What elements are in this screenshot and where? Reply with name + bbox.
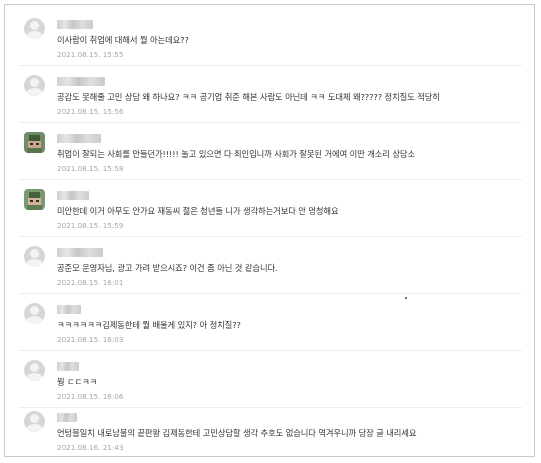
nickname-blurred[interactable]: [57, 77, 105, 86]
stray-dot: [405, 297, 407, 299]
comment-date: 2021.08.15. 16:06: [57, 392, 124, 401]
nickname-blurred[interactable]: [57, 191, 89, 200]
nickname-blurred[interactable]: [57, 305, 81, 314]
nickname-blurred[interactable]: [57, 248, 103, 257]
default-avatar-icon[interactable]: [24, 360, 45, 381]
comment-date: 2021.08.15. 15:55: [57, 50, 124, 59]
comment-item: 취업이 잘되는 사회를 만들던가!!!!! 놀고 있으면 다 죄인입니까 사회가…: [5, 123, 534, 180]
comment-date: 2021.08.15. 15:56: [57, 107, 124, 116]
comment-text: 공감도 못해줄 고민 상담 왜 하나요? ㅋㅋ 공기업 취준 해본 사람도 아닌…: [57, 92, 440, 102]
comment-text: ㅋㅋㅋㅋㅋㅋ김제동한테 뭘 배울게 있지? 아 정치질??: [57, 320, 241, 330]
comment-date: 2021.08.15. 16:01: [57, 278, 124, 287]
comment-text: 공준모 운영자님, 광고 가려 받으시죠? 이건 좀 아닌 것 같습니다.: [57, 263, 278, 273]
comment-item: ㅋㅋㅋㅋㅋㅋ김제동한테 뭘 배울게 있지? 아 정치질?? 2021.08.15…: [5, 294, 534, 351]
comment-date: 2021.08.15. 15:59: [57, 221, 124, 230]
comment-date: 2021.08.16. 21:43: [57, 443, 124, 452]
default-avatar-icon[interactable]: [24, 411, 45, 432]
nickname-blurred[interactable]: [57, 413, 77, 422]
pixel-avatar-icon[interactable]: [24, 132, 45, 153]
default-avatar-icon[interactable]: [24, 75, 45, 96]
nickname-blurred[interactable]: [57, 362, 79, 371]
comment-text: 뭥 ㄷㄷㅋㅋ: [57, 377, 98, 387]
comment-list: 이사람이 취업에 대해서 뭘 아는데요?? 2021.08.15. 15:55 …: [4, 4, 535, 457]
comment-text: 취업이 잘되는 사회를 만들던가!!!!! 놀고 있으면 다 죄인입니까 사회가…: [57, 149, 415, 159]
comment-item: 뭥 ㄷㄷㅋㅋ 2021.08.15. 16:06: [5, 351, 534, 408]
comment-item: 언텅블일치 내로남불의 끝판왕 김제동한테 고민상담할 생각 추호도 없습니다 …: [5, 402, 534, 456]
nickname-blurred[interactable]: [57, 134, 101, 143]
comment-date: 2021.08.15. 16:03: [57, 335, 124, 344]
pixel-avatar-icon[interactable]: [24, 189, 45, 210]
default-avatar-icon[interactable]: [24, 303, 45, 324]
comment-item: 공준모 운영자님, 광고 가려 받으시죠? 이건 좀 아닌 것 같습니다. 20…: [5, 237, 534, 294]
default-avatar-icon[interactable]: [24, 246, 45, 267]
comment-item: 이사람이 취업에 대해서 뭘 아는데요?? 2021.08.15. 15:55: [5, 9, 534, 66]
comment-item: 미안한데 이거 아무도 안가요 재동씨 젊은 청년들 니가 생각하는거보다 안 …: [5, 180, 534, 237]
comment-text: 이사람이 취업에 대해서 뭘 아는데요??: [57, 35, 189, 45]
default-avatar-icon[interactable]: [24, 18, 45, 39]
comment-date: 2021.08.15. 15:58: [57, 164, 124, 173]
nickname-blurred[interactable]: [57, 20, 93, 29]
comment-item: 공감도 못해줄 고민 상담 왜 하나요? ㅋㅋ 공기업 취준 해본 사람도 아닌…: [5, 66, 534, 123]
comment-text: 미안한데 이거 아무도 안가요 재동씨 젊은 청년들 니가 생각하는거보다 안 …: [57, 206, 339, 216]
comment-text: 언텅블일치 내로남불의 끝판왕 김제동한테 고민상담할 생각 추호도 없습니다 …: [57, 428, 417, 438]
